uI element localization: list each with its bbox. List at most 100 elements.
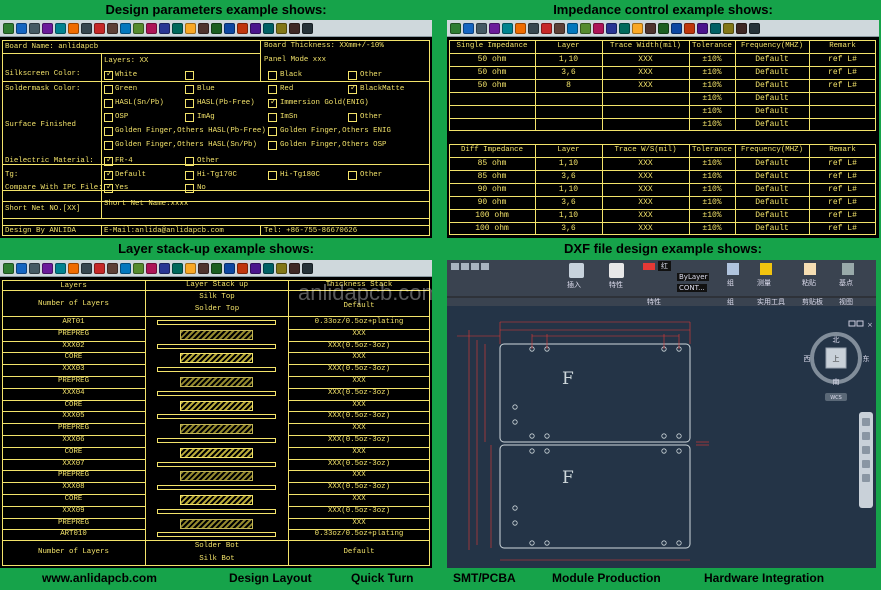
zoom-window-icon[interactable] (81, 22, 92, 34)
new-file-icon[interactable] (450, 22, 461, 34)
board-outline-bottom[interactable] (499, 444, 691, 549)
checkbox-hasl-snpb[interactable] (104, 99, 113, 108)
arc-icon[interactable] (619, 22, 630, 34)
pan-icon[interactable] (94, 262, 105, 274)
measure-icon[interactable] (146, 262, 157, 274)
open-folder-icon[interactable] (16, 22, 27, 34)
checkbox-tg-default[interactable]: ✓ (104, 169, 113, 180)
check-icon[interactable] (276, 262, 287, 274)
stackup-copper-layer[interactable] (157, 343, 276, 349)
polygon-icon[interactable] (185, 262, 196, 274)
stackup-copper-layer[interactable] (157, 485, 276, 491)
stackup-copper-layer[interactable] (157, 320, 276, 325)
checkbox-red[interactable] (268, 85, 277, 94)
zoom-window-icon[interactable] (81, 262, 92, 274)
checkbox-hitg170[interactable] (185, 171, 194, 180)
pan-icon[interactable] (862, 432, 870, 440)
layer-icon[interactable] (120, 262, 131, 274)
text-icon[interactable] (198, 262, 209, 274)
via-icon[interactable] (237, 262, 248, 274)
stackup-core-layer[interactable] (180, 353, 253, 364)
checkbox-fr4[interactable]: ✓ (104, 155, 113, 166)
stackup-copper-layer[interactable] (157, 461, 276, 467)
settings-icon[interactable] (736, 22, 747, 34)
checkbox-black[interactable] (268, 71, 277, 80)
help-icon[interactable] (302, 262, 313, 274)
checkbox-ipc-yes[interactable]: ✓ (104, 182, 113, 193)
checkbox-imsn[interactable] (268, 113, 277, 122)
checkbox-gf-enig[interactable] (268, 127, 277, 136)
line-icon[interactable] (159, 22, 170, 34)
pad-icon[interactable] (224, 262, 235, 274)
checkbox-other-finish[interactable] (348, 113, 357, 122)
save-icon[interactable] (29, 262, 40, 274)
zoom-out-icon[interactable] (68, 262, 79, 274)
drill-icon[interactable] (211, 262, 222, 274)
redraw-icon[interactable] (107, 262, 118, 274)
new-file-icon[interactable] (3, 22, 14, 34)
measure-icon[interactable] (146, 22, 157, 34)
line-icon[interactable] (159, 262, 170, 274)
checkbox-hitg180[interactable] (268, 171, 277, 180)
checkbox-other-silk[interactable] (348, 71, 357, 80)
checkbox-osp[interactable] (104, 113, 113, 122)
zoom-in-icon[interactable] (55, 262, 66, 274)
trace-icon[interactable] (697, 22, 708, 34)
measure-icon[interactable] (593, 22, 604, 34)
print-icon[interactable] (42, 262, 53, 274)
grid-icon[interactable] (580, 22, 591, 34)
new-file-icon[interactable] (3, 262, 14, 274)
zoom-window-icon[interactable] (528, 22, 539, 34)
redraw-icon[interactable] (554, 22, 565, 34)
check-icon[interactable] (723, 22, 734, 34)
trace-icon[interactable] (250, 262, 261, 274)
checkbox-gf-hasl-pbfree[interactable] (104, 127, 113, 136)
close-icon[interactable]: × (867, 321, 873, 329)
checkbox-ipc-no[interactable] (185, 184, 194, 193)
board-outline-top[interactable] (499, 343, 691, 443)
stackup-core-layer[interactable] (180, 447, 253, 458)
zoom-out-icon[interactable] (68, 22, 79, 34)
stackup-core-layer[interactable] (180, 495, 253, 505)
redraw-icon[interactable] (107, 22, 118, 34)
checkbox-gf-hasl-snpb[interactable] (104, 141, 113, 150)
save-icon[interactable] (476, 22, 487, 34)
drill-icon[interactable] (658, 22, 669, 34)
stackup-copper-layer[interactable] (157, 508, 276, 514)
stackup-copper-layer[interactable] (157, 367, 276, 373)
open-folder-icon[interactable] (463, 22, 474, 34)
settings-icon[interactable] (289, 262, 300, 274)
arc-icon[interactable] (172, 262, 183, 274)
stackup-copper-layer[interactable] (157, 390, 276, 396)
via-icon[interactable] (684, 22, 695, 34)
stackup-prepreg-layer[interactable] (180, 518, 253, 529)
stackup-core-layer[interactable] (180, 400, 253, 411)
text-icon[interactable] (198, 22, 209, 34)
checkbox-silk-2[interactable] (185, 71, 194, 80)
polygon-icon[interactable] (185, 22, 196, 34)
zoom-out-icon[interactable] (515, 22, 526, 34)
checkbox-white[interactable]: ✓ (104, 69, 113, 80)
zoom-in-icon[interactable] (502, 22, 513, 34)
stackup-prepreg-layer[interactable] (180, 471, 253, 482)
checkbox-blackmatte[interactable]: ✓ (348, 83, 357, 94)
orbit-icon[interactable] (862, 460, 870, 468)
checkbox-green[interactable] (104, 85, 113, 94)
pan-icon[interactable] (94, 22, 105, 34)
grid-icon[interactable] (133, 262, 144, 274)
print-icon[interactable] (42, 22, 53, 34)
checkbox-other-material[interactable] (185, 157, 194, 166)
print-icon[interactable] (489, 22, 500, 34)
drill-icon[interactable] (211, 22, 222, 34)
checkbox-imag[interactable] (185, 113, 194, 122)
layer-icon[interactable] (567, 22, 578, 34)
help-icon[interactable] (302, 22, 313, 34)
arc-icon[interactable] (172, 22, 183, 34)
polygon-icon[interactable] (632, 22, 643, 34)
settings-icon[interactable] (289, 22, 300, 34)
pad-icon[interactable] (671, 22, 682, 34)
open-folder-icon[interactable] (16, 262, 27, 274)
showmotion-icon[interactable] (862, 474, 870, 482)
minimize-icon[interactable] (848, 320, 856, 327)
zoom-in-icon[interactable] (55, 22, 66, 34)
